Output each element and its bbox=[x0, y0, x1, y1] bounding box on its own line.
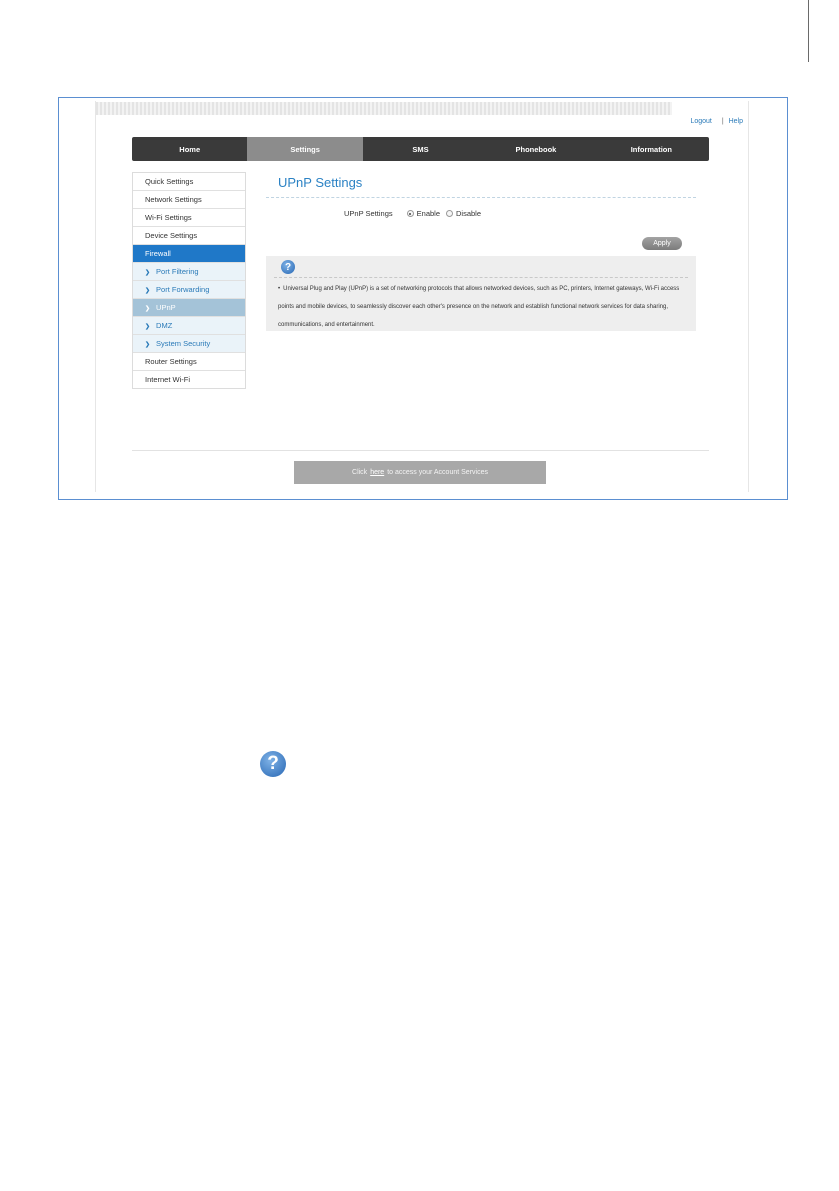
title-divider bbox=[266, 197, 696, 198]
sidebar-item-label: DMZ bbox=[156, 321, 173, 330]
sidebar-item-port-filtering[interactable]: ❯ Port Filtering bbox=[133, 263, 245, 281]
chevron-right-icon: ❯ bbox=[145, 288, 151, 294]
enable-radio[interactable] bbox=[406, 210, 414, 217]
disable-radio[interactable] bbox=[446, 210, 453, 217]
logout-link[interactable]: Logout bbox=[690, 118, 711, 125]
sidebar-item-network-settings[interactable]: Network Settings bbox=[133, 191, 245, 209]
sidebar-item-dmz[interactable]: ❯ DMZ bbox=[133, 317, 245, 335]
chevron-right-icon: ❯ bbox=[145, 270, 151, 276]
tab-phonebook[interactable]: Phonebook bbox=[478, 137, 593, 161]
apply-button[interactable]: Apply bbox=[642, 237, 682, 250]
upnp-setting-label: UPnP Settings bbox=[344, 209, 393, 218]
sidebar-item-wifi-settings[interactable]: Wi-Fi Settings bbox=[133, 209, 245, 227]
upnp-setting-row: UPnP Settings Enable Disable bbox=[344, 209, 487, 218]
disable-radio-label: Disable bbox=[456, 209, 482, 218]
account-suffix: to access your Account Services bbox=[387, 469, 488, 476]
sidebar-item-firewall[interactable]: Firewall bbox=[133, 245, 245, 263]
tab-sms[interactable]: SMS bbox=[363, 137, 478, 161]
help-text: • Universal Plug and Play (UPnP) is a set… bbox=[278, 280, 690, 334]
sidebar-item-label: Port Forwarding bbox=[156, 285, 210, 294]
sidebar-item-label: Port Filtering bbox=[156, 267, 199, 276]
help-box: ? • Universal Plug and Play (UPnP) is a s… bbox=[266, 256, 696, 331]
tab-home[interactable]: Home bbox=[132, 137, 247, 161]
disable-radio-option[interactable]: Disable bbox=[446, 209, 481, 218]
screenshot-frame: Logout | Help Home Settings SMS Phoneboo… bbox=[58, 97, 788, 500]
sidebar-item-upnp[interactable]: ❯ UPnP bbox=[133, 299, 245, 317]
sidebar-item-quick-settings[interactable]: Quick Settings bbox=[133, 173, 245, 191]
enable-radio-option[interactable]: Enable bbox=[406, 209, 440, 218]
top-links-separator: | bbox=[721, 118, 724, 125]
account-prefix: Click bbox=[352, 469, 368, 476]
sidebar-item-device-settings[interactable]: Device Settings bbox=[133, 227, 245, 245]
footer-divider bbox=[132, 450, 709, 451]
main-nav: Home Settings SMS Phonebook Information bbox=[132, 137, 709, 161]
sidebar-item-internet-wifi[interactable]: Internet Wi-Fi bbox=[133, 371, 245, 388]
account-services-bar: Click here to access your Account Servic… bbox=[294, 461, 546, 484]
help-link[interactable]: Help bbox=[729, 118, 743, 125]
help-bullet: • bbox=[278, 286, 281, 292]
sidebar-item-label: UPnP bbox=[156, 303, 176, 312]
top-links: Logout | Help bbox=[690, 118, 743, 125]
settings-sidebar: Quick Settings Network Settings Wi-Fi Se… bbox=[132, 172, 246, 389]
chevron-right-icon: ❯ bbox=[145, 324, 151, 330]
sidebar-item-router-settings[interactable]: Router Settings bbox=[133, 353, 245, 371]
sidebar-item-label: System Security bbox=[156, 339, 211, 348]
tab-information[interactable]: Information bbox=[594, 137, 709, 161]
page-edge-line bbox=[808, 0, 809, 62]
chevron-right-icon: ❯ bbox=[145, 342, 151, 348]
browser-top-strip bbox=[96, 102, 672, 115]
enable-radio-label: Enable bbox=[416, 209, 440, 218]
tab-settings[interactable]: Settings bbox=[247, 137, 363, 161]
sidebar-item-port-forwarding[interactable]: ❯ Port Forwarding bbox=[133, 281, 245, 299]
sidebar-item-system-security[interactable]: ❯ System Security bbox=[133, 335, 245, 353]
help-divider bbox=[274, 277, 688, 278]
chevron-right-icon: ❯ bbox=[145, 306, 151, 312]
account-services-link[interactable]: here bbox=[370, 469, 384, 476]
page-title: UPnP Settings bbox=[278, 175, 363, 190]
help-question-icon: ? bbox=[281, 260, 295, 274]
help-question-icon: ? bbox=[260, 751, 286, 777]
help-description: Universal Plug and Play (UPnP) is a set … bbox=[278, 286, 680, 328]
